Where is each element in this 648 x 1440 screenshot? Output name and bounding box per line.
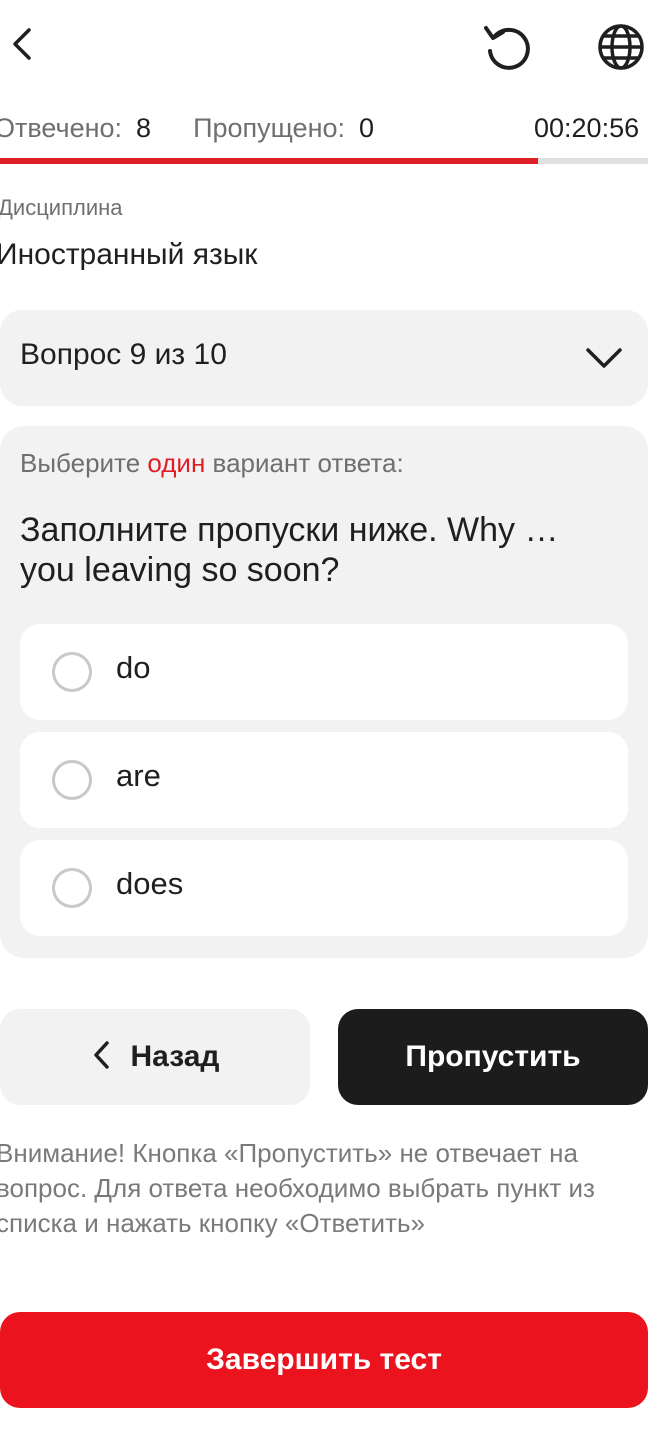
radio-button[interactable] (52, 652, 92, 692)
finish-test-button[interactable]: Завершить тест (0, 1312, 648, 1408)
answered-label: Отвечено: (0, 112, 123, 143)
skip-warning: Внимание! Кнопка «Пропустить» не отвечае… (0, 1138, 595, 1238)
back-icon[interactable] (0, 20, 44, 68)
skipped-label: Пропущено: (193, 112, 345, 143)
refresh-icon[interactable] (480, 20, 534, 74)
finish-test-label: Завершить тест (206, 1343, 442, 1376)
chevron-down-icon (584, 342, 624, 374)
back-button[interactable]: Назад (0, 1009, 310, 1105)
answer-instruction: Выберите один вариант ответа: (20, 448, 404, 479)
radio-button[interactable] (52, 760, 92, 800)
discipline-label: Дисциплина (0, 195, 123, 220)
skipped-count: 0 (359, 112, 375, 143)
skip-button[interactable]: Пропустить (338, 1009, 648, 1105)
discipline-value: Иностранный язык (0, 238, 258, 271)
question-selector[interactable]: Вопрос 9 из 10 (0, 310, 648, 406)
instruction-text-end: вариант ответа: (205, 448, 404, 478)
skip-button-label: Пропустить (405, 1040, 581, 1073)
instruction-text: Выберите (20, 448, 148, 478)
radio-button[interactable] (52, 868, 92, 908)
answer-option[interactable]: do (20, 624, 628, 720)
answer-option[interactable]: are (20, 732, 628, 828)
option-label: do (116, 650, 151, 685)
answer-option[interactable]: does (20, 840, 628, 936)
timer: 00:20:56 (534, 113, 640, 143)
back-button-label: Назад (130, 1040, 220, 1073)
chevron-left-icon (91, 1039, 113, 1076)
progress-fill (0, 158, 538, 164)
question-text: Заполните пропуски ниже. Why … you leavi… (20, 511, 559, 589)
question-card: Выберите один вариант ответа: Заполните … (0, 426, 648, 958)
instruction-accent: один (147, 448, 206, 478)
answered-count: 8 (136, 112, 152, 143)
option-label: are (116, 758, 161, 793)
option-label: does (116, 866, 184, 901)
globe-icon[interactable] (594, 20, 648, 74)
stats-row: Отвечено: 8 Пропущено: 0 (0, 108, 374, 148)
question-counter: Вопрос 9 из 10 (20, 338, 227, 371)
